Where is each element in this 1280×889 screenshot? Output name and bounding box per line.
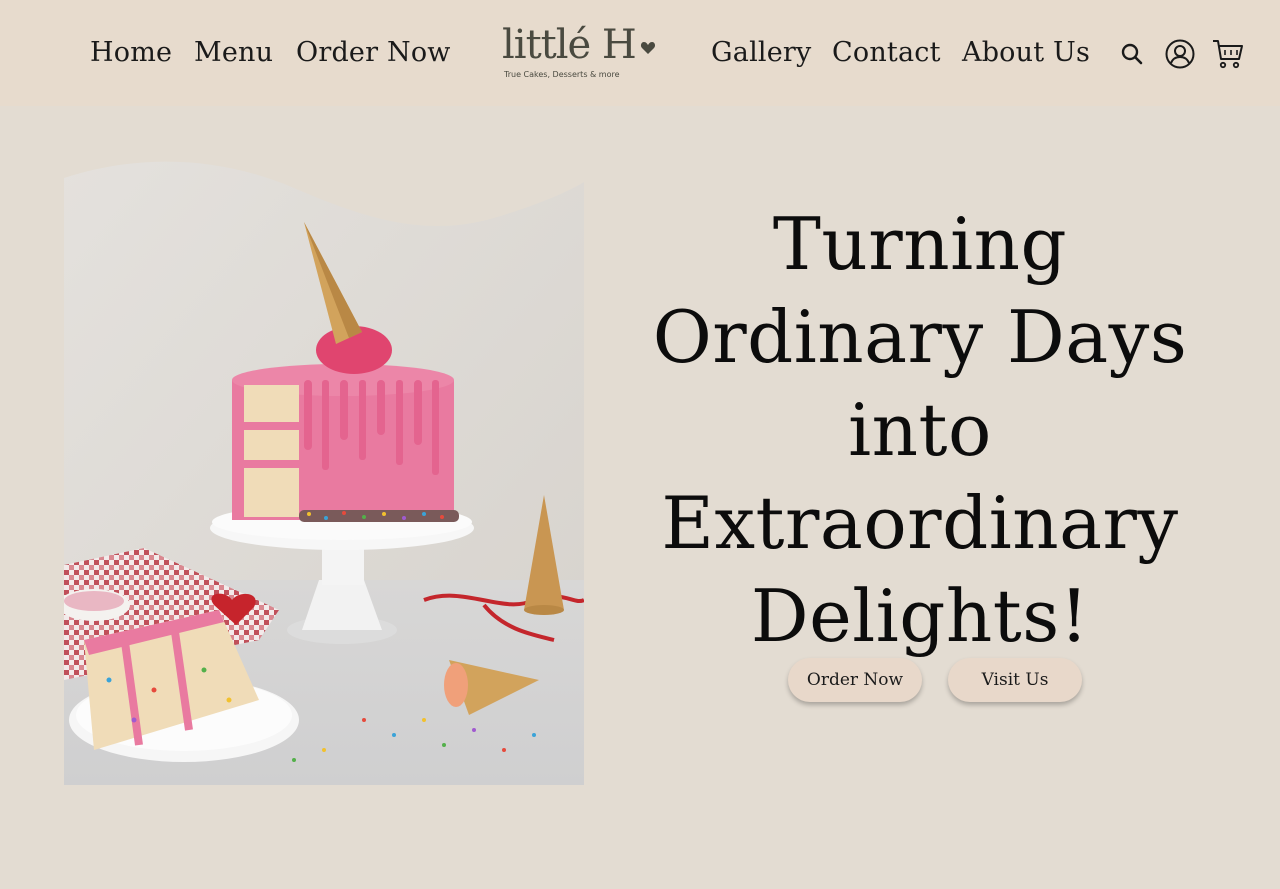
brand-logo[interactable]: littlé H True Cakes, Desserts & more xyxy=(500,18,660,88)
account-button[interactable] xyxy=(1162,36,1198,72)
cake-hero-image xyxy=(64,161,584,785)
logo-wordmark: littlé H xyxy=(502,22,637,68)
heart-icon xyxy=(640,42,656,54)
cart-button[interactable] xyxy=(1210,36,1246,72)
nav-home[interactable]: Home xyxy=(90,36,172,70)
nav-gallery[interactable]: Gallery xyxy=(711,36,811,70)
logo-tagline: True Cakes, Desserts & more xyxy=(504,70,620,79)
hero-title: Turning Ordinary Days into Extraordinary… xyxy=(652,202,1188,658)
order-now-button[interactable]: Order Now xyxy=(788,658,922,702)
visit-us-button[interactable]: Visit Us xyxy=(948,658,1082,702)
account-icon xyxy=(1165,39,1195,69)
nav-order-now[interactable]: Order Now xyxy=(296,36,451,70)
search-button[interactable] xyxy=(1114,36,1150,72)
site-header: Home Menu Order Now littlé H True Cakes,… xyxy=(0,0,1280,106)
nav-contact[interactable]: Contact xyxy=(832,36,941,70)
cart-icon xyxy=(1213,40,1243,69)
nav-menu[interactable]: Menu xyxy=(194,36,273,70)
search-icon xyxy=(1121,43,1143,65)
nav-about-us[interactable]: About Us xyxy=(962,36,1090,70)
